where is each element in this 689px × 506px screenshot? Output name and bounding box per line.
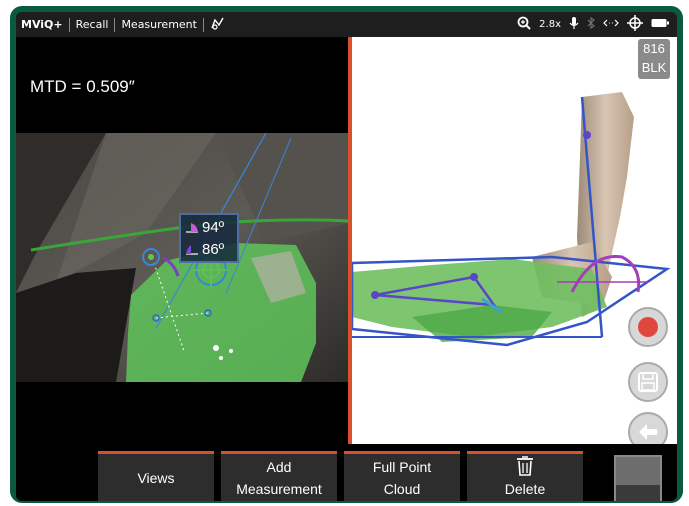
angle-icon — [186, 245, 198, 255]
point-cloud-pane[interactable]: 816 BLK — [348, 37, 677, 444]
breadcrumb: MViQ+ Recall Measurement — [21, 12, 226, 37]
crosshair-icon[interactable] — [627, 15, 643, 34]
battery-icon — [651, 18, 669, 31]
save-icon — [638, 372, 658, 392]
status-icons: 2.8x — [517, 12, 669, 37]
inspection-image-pane[interactable]: MTD = 0.509″ 94º 86º — [16, 37, 348, 444]
delete-label: Delete — [504, 480, 546, 497]
views-button[interactable]: Views — [98, 451, 214, 501]
breadcrumb-recall[interactable]: Recall — [76, 18, 109, 31]
zoom-level: 2.8x — [539, 19, 561, 30]
add-label-line2: Measurement — [236, 480, 322, 497]
bluetooth-icon — [587, 16, 595, 32]
link-icon — [603, 18, 619, 31]
angle-row-1: 94º — [185, 217, 224, 237]
badge-line-1: 816 — [643, 41, 665, 56]
back-arrow-icon — [639, 424, 657, 440]
brand-label: MViQ+ — [21, 18, 63, 31]
fpc-label-line2: Cloud — [383, 480, 421, 497]
annotate-icon[interactable] — [210, 16, 226, 33]
microphone-icon[interactable] — [569, 16, 579, 33]
model-badge: 816 BLK — [638, 39, 670, 79]
add-label-line1: Add — [266, 458, 292, 475]
more-options-button[interactable] — [614, 455, 662, 501]
zoom-icon[interactable] — [517, 16, 531, 33]
angle-row-2: 86º — [185, 239, 224, 259]
record-button[interactable] — [628, 307, 668, 347]
divider — [202, 17, 204, 32]
bottom-toolbar: Views Add Measurement Full Point Cloud D… — [16, 444, 677, 501]
divider — [114, 17, 116, 32]
views-label: Views — [137, 469, 175, 486]
divider — [68, 17, 70, 32]
full-point-cloud-button[interactable]: Full Point Cloud — [344, 451, 460, 501]
angle-icon — [186, 223, 198, 233]
angle-value-2: 86º — [202, 240, 225, 258]
trash-icon — [517, 455, 533, 476]
angle-value-1: 94º — [202, 218, 225, 236]
screen: MViQ+ Recall Measurement 2.8x MTD = 0.50… — [16, 12, 677, 501]
add-measurement-button[interactable]: Add Measurement — [221, 451, 337, 501]
save-button[interactable] — [628, 362, 668, 402]
back-button[interactable] — [628, 412, 668, 444]
badge-line-2: BLK — [641, 60, 667, 75]
mtd-readout: MTD = 0.509″ — [30, 77, 135, 96]
angle-readout-box[interactable]: 94º 86º — [179, 213, 239, 263]
breadcrumb-measurement[interactable]: Measurement — [121, 18, 197, 31]
fpc-label-line1: Full Point — [372, 458, 432, 475]
delete-button[interactable]: Delete — [467, 451, 583, 501]
status-bar: MViQ+ Recall Measurement 2.8x — [16, 12, 677, 37]
